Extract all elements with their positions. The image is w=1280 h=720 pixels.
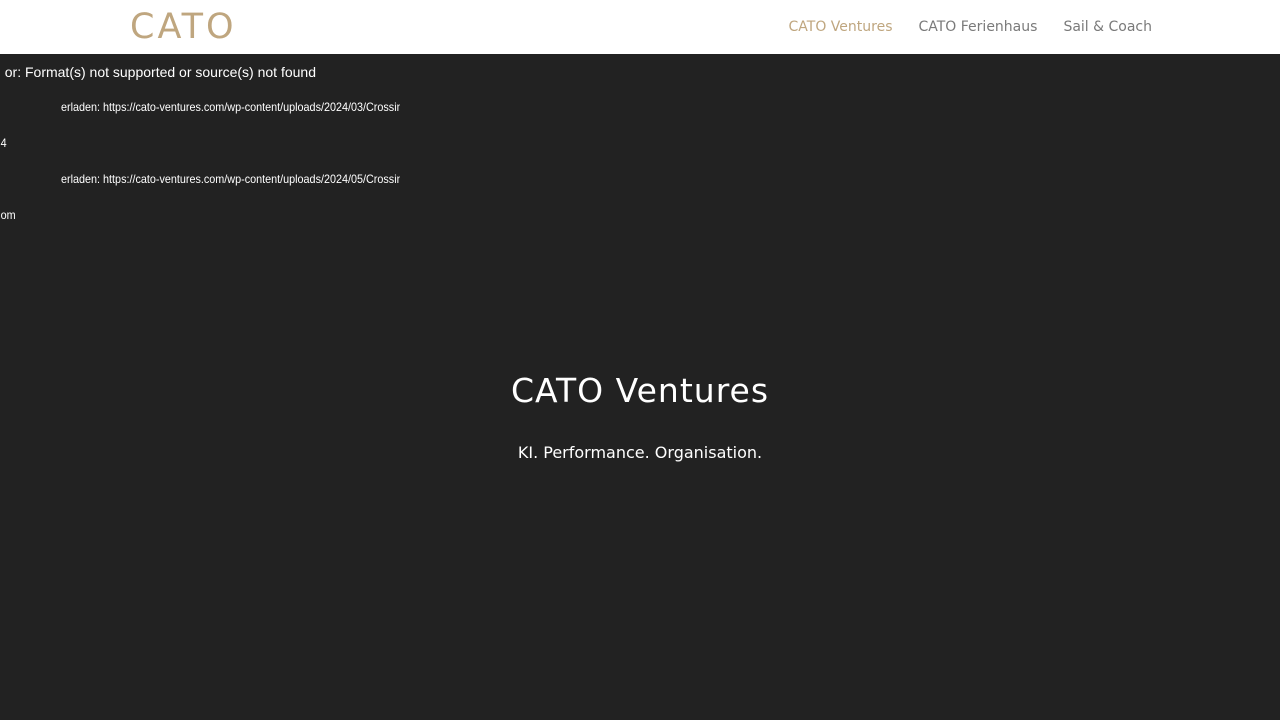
nav-item-cato-ventures[interactable]: CATO Ventures (789, 17, 893, 37)
site-header: CATO CATO Ventures CATO Ferienhaus Sail … (0, 0, 1280, 54)
media-error-overlay: or: Format(s) not supported or source(s)… (0, 54, 400, 254)
nav-item-sail-coach[interactable]: Sail & Coach (1063, 17, 1152, 37)
media-error-fragment-1: 4 (0, 136, 7, 150)
media-error-message: or: Format(s) not supported or source(s)… (4, 64, 316, 80)
site-logo[interactable]: CATO (130, 6, 237, 48)
media-error-download-link-2[interactable]: erladen: https://cato-ventures.com/wp-co… (61, 172, 400, 186)
hero-subtitle: KI. Performance. Organisation. (517, 443, 763, 462)
main-nav: CATO Ventures CATO Ferienhaus Sail & Coa… (789, 17, 1153, 37)
nav-item-cato-ferienhaus[interactable]: CATO Ferienhaus (918, 17, 1037, 37)
hero-title: CATO Ventures (510, 371, 770, 410)
media-error-fragment-2: om (0, 208, 16, 222)
media-error-download-link-1[interactable]: erladen: https://cato-ventures.com/wp-co… (61, 100, 400, 114)
